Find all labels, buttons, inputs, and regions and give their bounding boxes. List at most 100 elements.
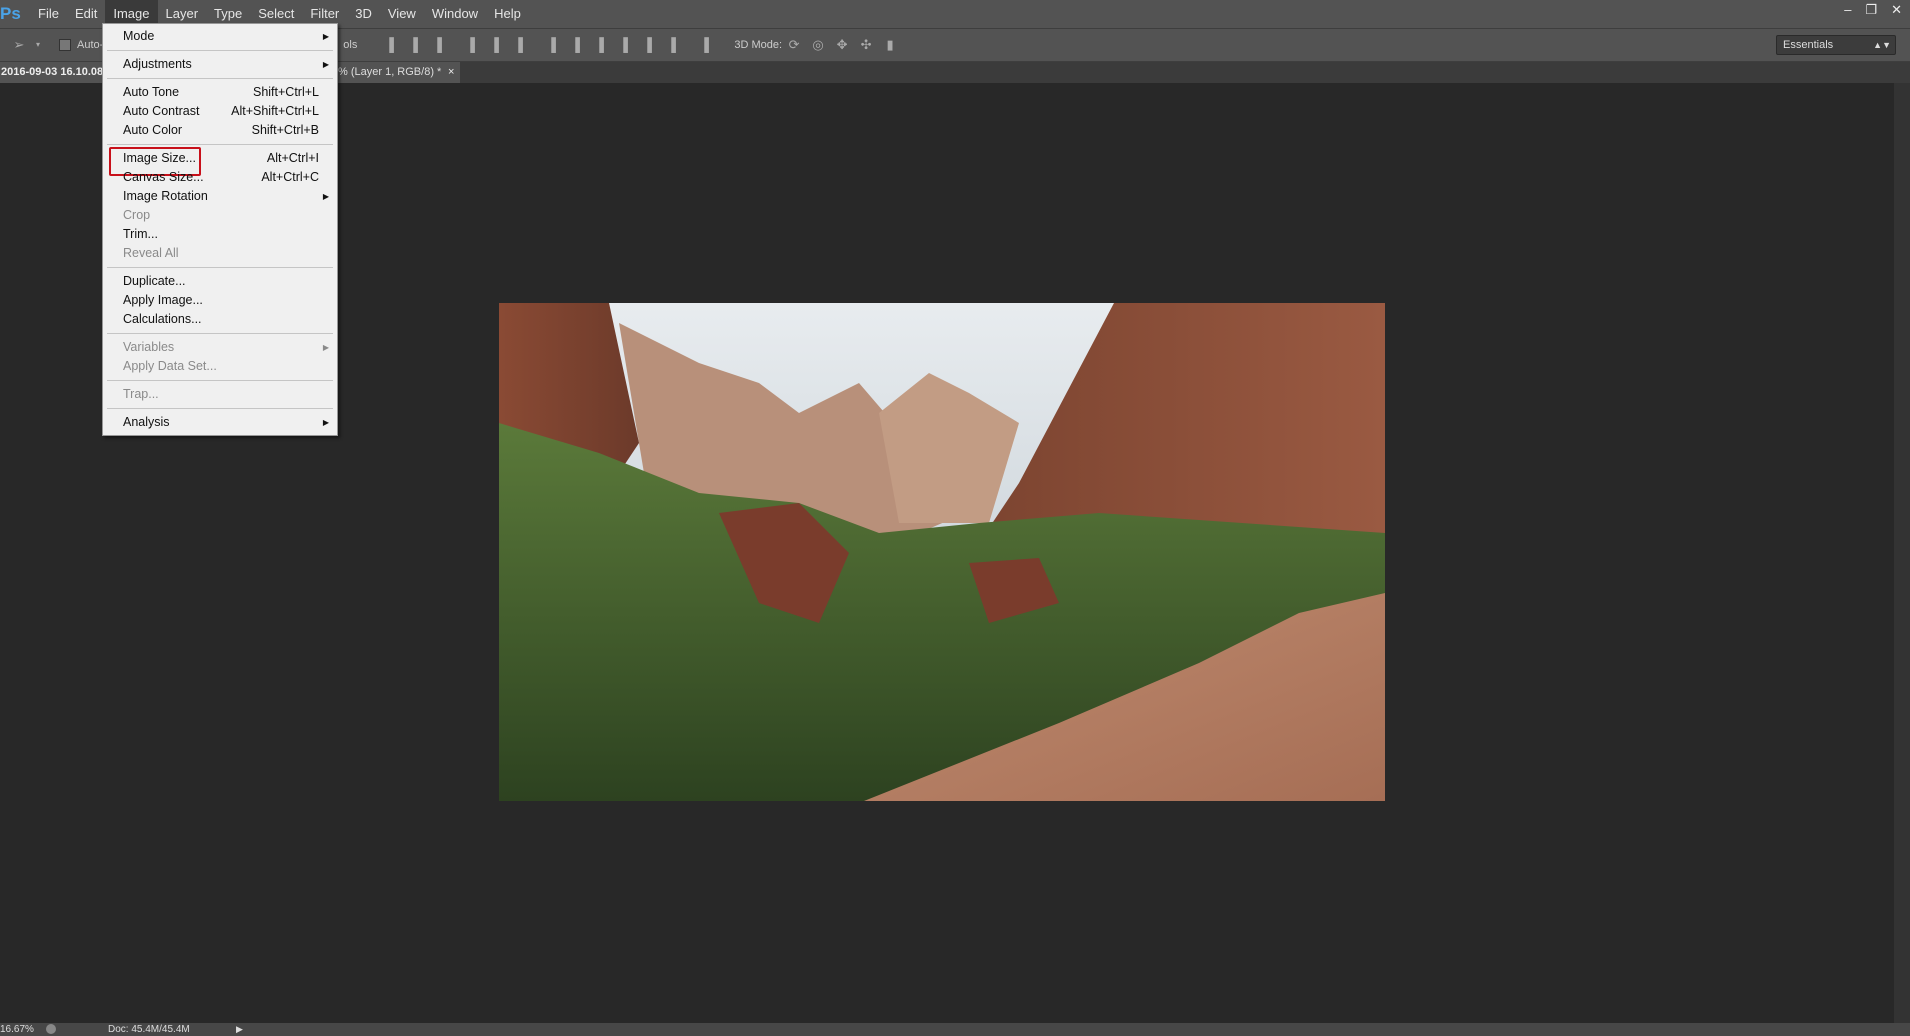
tool-preset-dropdown[interactable]: ▾ (34, 36, 42, 54)
menu-item-label: Auto Tone (123, 85, 180, 99)
menu-item-trim[interactable]: Trim... (105, 225, 335, 244)
menu-view[interactable]: View (380, 0, 424, 28)
menu-separator (105, 329, 335, 338)
dist-right-icon[interactable]: ▐ (662, 36, 680, 54)
document-image (499, 303, 1385, 801)
menu-item-auto-color[interactable]: Auto Color Shift+Ctrl+B (105, 121, 335, 140)
mode-3d-label: 3D Mode: (734, 39, 783, 51)
dist-bottom-icon[interactable]: ▐ (590, 36, 608, 54)
roll-3d-icon[interactable]: ◎ (809, 36, 827, 54)
menu-item-mode[interactable]: Mode ▶ (105, 27, 335, 46)
zoom-level[interactable]: 16.67% (0, 1023, 34, 1036)
menu-item-crop[interactable]: Crop (105, 206, 335, 225)
dist-hcenter-icon[interactable]: ▐ (638, 36, 656, 54)
menu-separator (105, 46, 335, 55)
tab-title-suffix: % (Layer 1, RGB/8) * (338, 66, 442, 78)
auto-select-checkbox[interactable] (59, 39, 71, 51)
menu-item-canvas-size[interactable]: Canvas Size... Alt+Ctrl+C (105, 168, 335, 187)
menu-3d[interactable]: 3D (347, 0, 380, 28)
menu-item-shortcut: Alt+Shift+Ctrl+L (231, 104, 319, 118)
rotate-3d-icon[interactable]: ⟳ (785, 36, 803, 54)
show-transform-label: ols (343, 39, 358, 51)
doc-size: Doc: 45.4M/45.4M (108, 1024, 190, 1035)
menu-item-image-size[interactable]: Image Size... Alt+Ctrl+I (105, 147, 335, 176)
menu-item-calculations[interactable]: Calculations... (105, 310, 335, 329)
menu-item-label: Crop (123, 208, 151, 222)
status-bar: 16.67% Doc: 45.4M/45.4M ▶ (0, 1023, 1910, 1036)
align-top-icon[interactable]: ▐ (380, 36, 398, 54)
menu-item-label: Apply Image... (123, 293, 203, 307)
menu-item-label: Mode (123, 29, 155, 43)
menu-separator (105, 263, 335, 272)
auto-select-label: Auto- (77, 39, 104, 51)
menu-item-shortcut: Shift+Ctrl+L (252, 85, 319, 99)
workspace-value: Essentials (1783, 39, 1834, 51)
menu-item-apply-data-set[interactable]: Apply Data Set... (105, 357, 335, 376)
menu-item-reveal-all[interactable]: Reveal All (105, 244, 335, 263)
menu-item-label: Analysis (123, 415, 170, 429)
menu-item-label: Calculations... (123, 312, 202, 326)
close-icon[interactable]: ✕ (1891, 0, 1902, 20)
menu-separator (105, 404, 335, 413)
menu-item-label: Auto Color (123, 123, 183, 137)
menu-item-shortcut: Alt+Ctrl+C (261, 170, 319, 184)
menu-separator (105, 376, 335, 385)
restore-icon[interactable]: ❐ (1865, 0, 1877, 20)
photoshop-logo: Ps (0, 4, 21, 23)
menu-item-trap[interactable]: Trap... (105, 385, 335, 404)
slide-3d-icon[interactable]: ✣ (857, 36, 875, 54)
menu-item-auto-contrast[interactable]: Auto Contrast Alt+Shift+Ctrl+L (105, 102, 335, 121)
menu-item-label: Adjustments (123, 57, 192, 71)
status-info-icon[interactable] (46, 1024, 56, 1034)
menu-item-duplicate[interactable]: Duplicate... (105, 272, 335, 291)
dist-top-icon[interactable]: ▐ (542, 36, 560, 54)
vertical-scrollbar[interactable] (1894, 83, 1910, 1023)
menu-item-adjustments[interactable]: Adjustments ▶ (105, 55, 335, 74)
auto-align-icon[interactable]: ▐ (695, 36, 713, 54)
submenu-arrow-icon: ▶ (322, 418, 329, 427)
menu-item-label: Auto Contrast (123, 104, 200, 118)
menu-item-shortcut: Alt+Ctrl+I (266, 151, 319, 165)
menu-window[interactable]: Window (424, 0, 486, 28)
move-tool-icon[interactable]: ➢ (10, 36, 28, 54)
status-menu-arrow-icon[interactable]: ▶ (236, 1023, 243, 1036)
menu-item-label: Apply Data Set... (123, 359, 217, 373)
align-right-icon[interactable]: ▐ (509, 36, 527, 54)
menu-help[interactable]: Help (486, 0, 529, 28)
submenu-arrow-icon: ▶ (322, 60, 329, 69)
select-arrows-icon: ▲▼ (1873, 40, 1891, 50)
window-controls: – ❐ ✕ (1844, 0, 1902, 20)
tab-title: 2016-09-03 16.10.08 (1, 66, 104, 78)
menu-separator (105, 74, 335, 83)
menu-item-auto-tone[interactable]: Auto Tone Shift+Ctrl+L (105, 83, 335, 102)
align-vcenter-icon[interactable]: ▐ (404, 36, 422, 54)
scale-3d-icon[interactable]: ▮ (881, 36, 899, 54)
submenu-arrow-icon: ▶ (322, 32, 329, 41)
menu-item-label: Reveal All (123, 246, 179, 260)
dist-left-icon[interactable]: ▐ (614, 36, 632, 54)
align-hcenter-icon[interactable]: ▐ (485, 36, 503, 54)
align-left-icon[interactable]: ▐ (461, 36, 479, 54)
menu-item-label: Image Rotation (123, 189, 208, 203)
menu-item-shortcut: Shift+Ctrl+B (251, 123, 319, 137)
menu-item-label: Trap... (123, 387, 159, 401)
image-menu-dropdown: Mode ▶ Adjustments ▶ Auto Tone Shift+Ctrl+L Au… (102, 23, 338, 436)
drag-3d-icon[interactable]: ✥ (833, 36, 851, 54)
menu-item-variables[interactable]: Variables ▶ (105, 338, 335, 357)
workspace-select[interactable]: Essentials ▲▼ (1776, 35, 1896, 55)
submenu-arrow-icon: ▶ (322, 192, 329, 201)
minimize-icon[interactable]: – (1844, 0, 1851, 20)
menu-item-analysis[interactable]: Analysis ▶ (105, 413, 335, 432)
menu-file[interactable]: File (30, 0, 67, 28)
menu-edit[interactable]: Edit (67, 0, 105, 28)
submenu-arrow-icon: ▶ (322, 343, 329, 352)
menu-item-apply-image[interactable]: Apply Image... (105, 291, 335, 310)
menu-item-label: Canvas Size... (123, 170, 204, 184)
align-bottom-icon[interactable]: ▐ (428, 36, 446, 54)
menu-item-image-rotation[interactable]: Image Rotation ▶ (105, 187, 335, 206)
tab-close-icon[interactable]: × (448, 62, 454, 83)
menu-item-label: Variables (123, 340, 175, 354)
dist-vcenter-icon[interactable]: ▐ (566, 36, 584, 54)
menu-item-label: Duplicate... (123, 274, 186, 288)
menu-item-label: Trim... (123, 227, 158, 241)
